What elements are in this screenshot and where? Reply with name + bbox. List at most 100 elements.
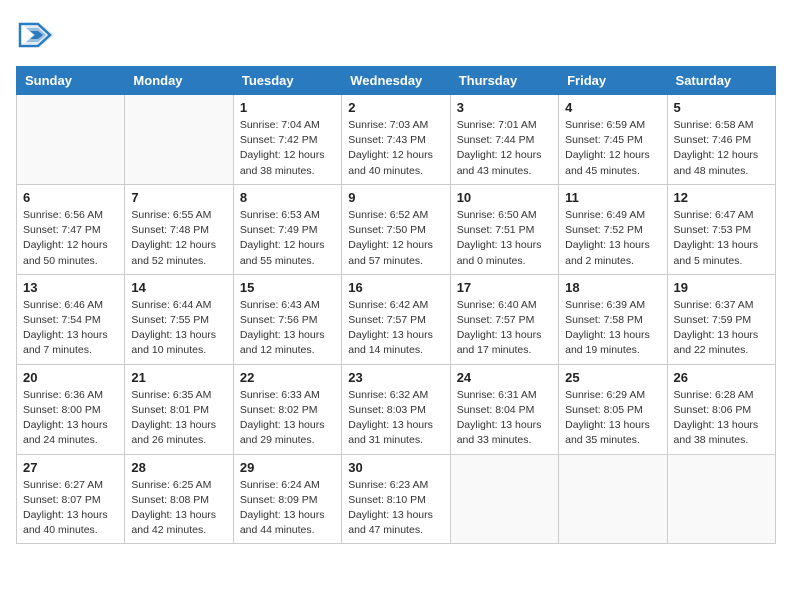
day-info: Sunrise: 6:59 AM Sunset: 7:45 PM Dayligh… xyxy=(565,118,660,179)
weekday-header: Tuesday xyxy=(233,67,341,95)
calendar-cell: 7 Sunrise: 6:55 AM Sunset: 7:48 PM Daylig… xyxy=(125,184,233,274)
calendar-cell: 3Sunrise: 7:01 AM Sunset: 7:44 PM Daylig… xyxy=(450,95,558,185)
calendar-cell: 28Sunrise: 6:25 AM Sunset: 8:08 PM Dayli… xyxy=(125,454,233,544)
calendar-cell: 30 Sunrise: 6:23 AM Sunset: 8:10 PM Dayli… xyxy=(342,454,450,544)
day-info: Sunrise: 6:56 AM Sunset: 7:47 PM Dayligh… xyxy=(23,208,118,269)
day-number: 5 xyxy=(674,100,769,115)
calendar-cell xyxy=(667,454,775,544)
day-number: 2 xyxy=(348,100,443,115)
calendar-week-row: 20 Sunrise: 6:36 AM Sunset: 8:00 PM Dayli… xyxy=(17,364,776,454)
day-info: Sunrise: 6:35 AM Sunset: 8:01 PM Dayligh… xyxy=(131,388,226,449)
day-info: Sunrise: 6:25 AM Sunset: 8:08 PM Dayligh… xyxy=(131,478,226,539)
calendar-week-row: 6Sunrise: 6:56 AM Sunset: 7:47 PM Daylig… xyxy=(17,184,776,274)
day-number: 25 xyxy=(565,370,660,385)
day-info: Sunrise: 6:47 AM Sunset: 7:53 PM Dayligh… xyxy=(674,208,769,269)
calendar-header-row: SundayMondayTuesdayWednesdayThursdayFrid… xyxy=(17,67,776,95)
weekday-header: Friday xyxy=(559,67,667,95)
day-number: 14 xyxy=(131,280,226,295)
day-number: 27 xyxy=(23,460,118,475)
day-info: Sunrise: 6:50 AM Sunset: 7:51 PM Dayligh… xyxy=(457,208,552,269)
logo xyxy=(16,16,58,54)
day-info: Sunrise: 6:32 AM Sunset: 8:03 PM Dayligh… xyxy=(348,388,443,449)
day-info: Sunrise: 6:27 AM Sunset: 8:07 PM Dayligh… xyxy=(23,478,118,539)
calendar-cell: 6Sunrise: 6:56 AM Sunset: 7:47 PM Daylig… xyxy=(17,184,125,274)
day-number: 11 xyxy=(565,190,660,205)
day-number: 9 xyxy=(348,190,443,205)
calendar-cell: 25Sunrise: 6:29 AM Sunset: 8:05 PM Dayli… xyxy=(559,364,667,454)
calendar-cell: 19 Sunrise: 6:37 AM Sunset: 7:59 PM Dayli… xyxy=(667,274,775,364)
calendar-cell xyxy=(125,95,233,185)
logo-icon xyxy=(16,16,54,54)
calendar-cell: 16Sunrise: 6:42 AM Sunset: 7:57 PM Dayli… xyxy=(342,274,450,364)
calendar-cell: 13 Sunrise: 6:46 AM Sunset: 7:54 PM Dayli… xyxy=(17,274,125,364)
day-info: Sunrise: 6:49 AM Sunset: 7:52 PM Dayligh… xyxy=(565,208,660,269)
day-info: Sunrise: 6:37 AM Sunset: 7:59 PM Dayligh… xyxy=(674,298,769,359)
day-number: 7 xyxy=(131,190,226,205)
day-number: 17 xyxy=(457,280,552,295)
day-info: Sunrise: 7:03 AM Sunset: 7:43 PM Dayligh… xyxy=(348,118,443,179)
calendar-cell: 24 Sunrise: 6:31 AM Sunset: 8:04 PM Dayli… xyxy=(450,364,558,454)
day-info: Sunrise: 6:23 AM Sunset: 8:10 PM Dayligh… xyxy=(348,478,443,539)
page-header xyxy=(16,16,776,54)
calendar-cell: 10 Sunrise: 6:50 AM Sunset: 7:51 PM Dayli… xyxy=(450,184,558,274)
weekday-header: Monday xyxy=(125,67,233,95)
day-info: Sunrise: 6:46 AM Sunset: 7:54 PM Dayligh… xyxy=(23,298,118,359)
day-number: 22 xyxy=(240,370,335,385)
day-number: 26 xyxy=(674,370,769,385)
day-number: 8 xyxy=(240,190,335,205)
calendar-week-row: 13 Sunrise: 6:46 AM Sunset: 7:54 PM Dayli… xyxy=(17,274,776,364)
calendar-week-row: 1Sunrise: 7:04 AM Sunset: 7:42 PM Daylig… xyxy=(17,95,776,185)
calendar-cell: 5 Sunrise: 6:58 AM Sunset: 7:46 PM Daylig… xyxy=(667,95,775,185)
day-info: Sunrise: 6:39 AM Sunset: 7:58 PM Dayligh… xyxy=(565,298,660,359)
calendar-cell xyxy=(559,454,667,544)
calendar-cell: 21 Sunrise: 6:35 AM Sunset: 8:01 PM Dayli… xyxy=(125,364,233,454)
calendar-cell: 8 Sunrise: 6:53 AM Sunset: 7:49 PM Daylig… xyxy=(233,184,341,274)
calendar-cell: 11 Sunrise: 6:49 AM Sunset: 7:52 PM Dayli… xyxy=(559,184,667,274)
day-info: Sunrise: 6:55 AM Sunset: 7:48 PM Dayligh… xyxy=(131,208,226,269)
day-number: 18 xyxy=(565,280,660,295)
calendar-cell xyxy=(450,454,558,544)
calendar-cell: 23Sunrise: 6:32 AM Sunset: 8:03 PM Dayli… xyxy=(342,364,450,454)
day-info: Sunrise: 6:31 AM Sunset: 8:04 PM Dayligh… xyxy=(457,388,552,449)
weekday-header: Wednesday xyxy=(342,67,450,95)
day-number: 13 xyxy=(23,280,118,295)
day-number: 21 xyxy=(131,370,226,385)
day-info: Sunrise: 6:58 AM Sunset: 7:46 PM Dayligh… xyxy=(674,118,769,179)
calendar-table: SundayMondayTuesdayWednesdayThursdayFrid… xyxy=(16,66,776,544)
calendar-cell: 20 Sunrise: 6:36 AM Sunset: 8:00 PM Dayli… xyxy=(17,364,125,454)
calendar-cell: 4 Sunrise: 6:59 AM Sunset: 7:45 PM Daylig… xyxy=(559,95,667,185)
day-number: 10 xyxy=(457,190,552,205)
day-info: Sunrise: 6:53 AM Sunset: 7:49 PM Dayligh… xyxy=(240,208,335,269)
day-info: Sunrise: 6:24 AM Sunset: 8:09 PM Dayligh… xyxy=(240,478,335,539)
calendar-cell: 18 Sunrise: 6:39 AM Sunset: 7:58 PM Dayli… xyxy=(559,274,667,364)
calendar-cell: 17 Sunrise: 6:40 AM Sunset: 7:57 PM Dayli… xyxy=(450,274,558,364)
day-number: 4 xyxy=(565,100,660,115)
day-number: 30 xyxy=(348,460,443,475)
day-info: Sunrise: 6:40 AM Sunset: 7:57 PM Dayligh… xyxy=(457,298,552,359)
calendar-cell: 22Sunrise: 6:33 AM Sunset: 8:02 PM Dayli… xyxy=(233,364,341,454)
day-info: Sunrise: 6:42 AM Sunset: 7:57 PM Dayligh… xyxy=(348,298,443,359)
calendar-cell: 26 Sunrise: 6:28 AM Sunset: 8:06 PM Dayli… xyxy=(667,364,775,454)
day-info: Sunrise: 7:01 AM Sunset: 7:44 PM Dayligh… xyxy=(457,118,552,179)
calendar-cell: 14 Sunrise: 6:44 AM Sunset: 7:55 PM Dayli… xyxy=(125,274,233,364)
day-number: 20 xyxy=(23,370,118,385)
day-info: Sunrise: 6:28 AM Sunset: 8:06 PM Dayligh… xyxy=(674,388,769,449)
weekday-header: Thursday xyxy=(450,67,558,95)
calendar-cell: 9Sunrise: 6:52 AM Sunset: 7:50 PM Daylig… xyxy=(342,184,450,274)
calendar-cell: 15 Sunrise: 6:43 AM Sunset: 7:56 PM Dayli… xyxy=(233,274,341,364)
weekday-header: Sunday xyxy=(17,67,125,95)
day-info: Sunrise: 6:44 AM Sunset: 7:55 PM Dayligh… xyxy=(131,298,226,359)
calendar-cell: 29 Sunrise: 6:24 AM Sunset: 8:09 PM Dayli… xyxy=(233,454,341,544)
day-info: Sunrise: 6:36 AM Sunset: 8:00 PM Dayligh… xyxy=(23,388,118,449)
calendar-cell: 2 Sunrise: 7:03 AM Sunset: 7:43 PM Daylig… xyxy=(342,95,450,185)
calendar-cell: 12 Sunrise: 6:47 AM Sunset: 7:53 PM Dayli… xyxy=(667,184,775,274)
day-number: 12 xyxy=(674,190,769,205)
day-number: 24 xyxy=(457,370,552,385)
day-number: 19 xyxy=(674,280,769,295)
weekday-header: Saturday xyxy=(667,67,775,95)
day-info: Sunrise: 6:43 AM Sunset: 7:56 PM Dayligh… xyxy=(240,298,335,359)
day-info: Sunrise: 7:04 AM Sunset: 7:42 PM Dayligh… xyxy=(240,118,335,179)
day-number: 15 xyxy=(240,280,335,295)
calendar-cell xyxy=(17,95,125,185)
day-number: 29 xyxy=(240,460,335,475)
